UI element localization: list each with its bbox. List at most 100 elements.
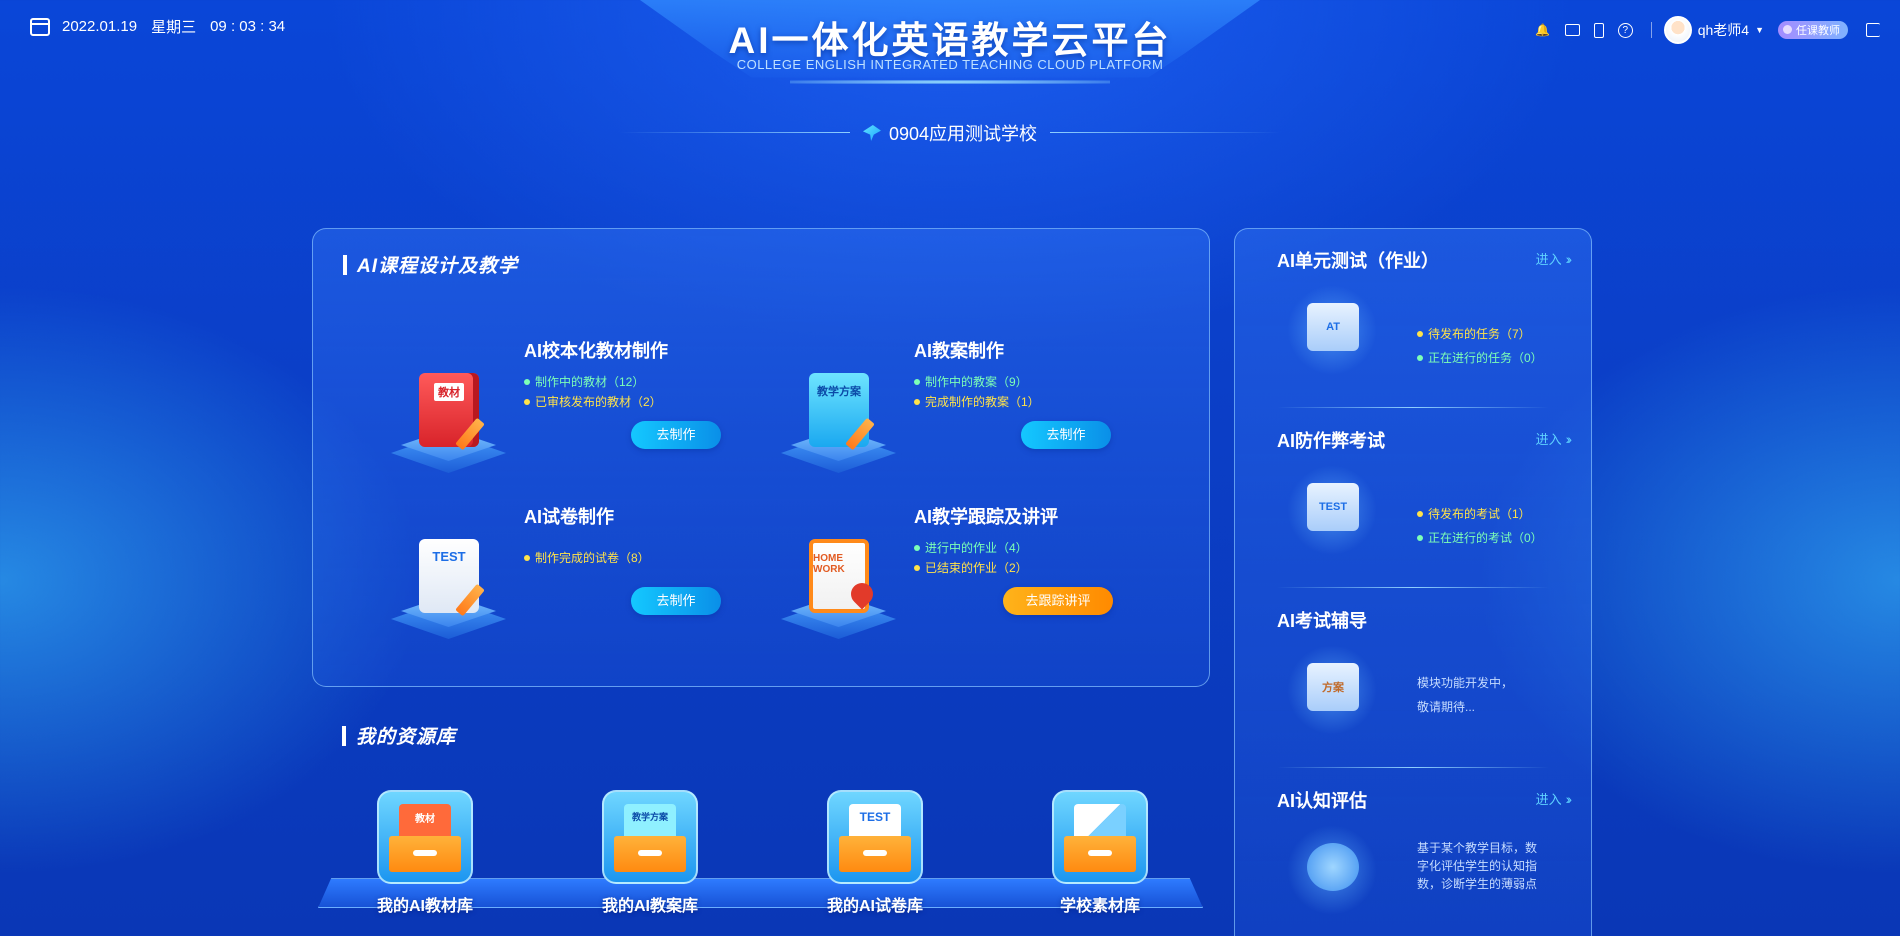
resource-section-title: 我的资源库 [342, 722, 456, 749]
enter-label[interactable]: 进入 [1536, 429, 1562, 448]
download-monitor-icon[interactable] [1564, 24, 1580, 36]
resource-row: 教材 我的AI教材库 教学方案 我的AI教案库 TEST 我的AI试卷库 学校素… [318, 790, 1203, 922]
header-banner: AI一体化英语教学云平台 COLLEGE ENGLISH INTEGRATED … [640, 0, 1260, 92]
section-title-text: 我的资源库 [356, 727, 457, 748]
side-desc-line: 敬请期待... [1417, 700, 1476, 714]
side-item-unit-test: AI单元测试（作业） 进入 ›› AT 待发布的任务（7） 正在进行的任务（0） [1277, 247, 1577, 427]
school-materials-icon [1052, 790, 1148, 884]
help-icon[interactable]: ? [1617, 22, 1633, 38]
side-stat[interactable]: 正在进行的任务（0） [1417, 349, 1543, 366]
side-divider [1277, 767, 1549, 768]
title-bar [343, 254, 347, 275]
card-stat[interactable]: 完成制作的教案（1） [914, 393, 1040, 410]
enter-label[interactable]: 进入 [1536, 789, 1562, 808]
side-stat[interactable]: 待发布的考试（1） [1417, 505, 1531, 522]
homework-icon: HOME WORK [781, 539, 896, 639]
textbook-icon: 教材 [391, 373, 506, 473]
card-stat[interactable]: 制作中的教案（9） [914, 373, 1028, 390]
side-item-cognitive-assessment: AI认知评估 进入 ›› 基于某个教学目标，数 字化评估学生的认知指 数，诊断学生… [1277, 787, 1577, 936]
side-item-title: AI防作弊考试 [1277, 431, 1385, 451]
enter-link[interactable]: 进入 ›› [1536, 429, 1573, 448]
top-bar: 2022.01.19 星期三 09 : 03 : 34 AI一体化英语教学云平台… [0, 0, 1900, 84]
lesson-plan-library-icon: 教学方案 [602, 790, 698, 884]
enter-link[interactable]: 进入 ›› [1536, 249, 1573, 268]
exam-tutoring-icon: 方案 [1287, 645, 1377, 735]
side-divider [1277, 587, 1549, 588]
school-line-right [1050, 132, 1280, 133]
card-stat[interactable]: 已结束的作业（2） [914, 559, 1028, 576]
card-textbook: 教材 AI校本化教材制作 制作中的教材（12） 已审核发布的教材（2） 去制作 [391, 337, 751, 487]
chevron-down-icon[interactable]: ▼ [1755, 25, 1764, 35]
card-title: AI教案制作 [914, 341, 1004, 361]
card-lesson-plan: 教学方案 AI教案制作 制作中的教案（9） 完成制作的教案（1） 去制作 [781, 337, 1141, 487]
test-library-icon: TEST [827, 790, 923, 884]
unit-test-icon-label: AT [1307, 303, 1359, 351]
username[interactable]: qh老师4 [1698, 20, 1749, 40]
exam-icon-label: TEST [1307, 483, 1359, 531]
resource-label[interactable]: 我的AI教材库 [325, 892, 525, 916]
school-name-wrap: 0904应用测试学校 [862, 120, 1038, 146]
weekday-text: 星期三 [151, 19, 197, 36]
card-title: AI教学跟踪及讲评 [914, 507, 1058, 527]
tutoring-icon-label: 方案 [1307, 663, 1359, 711]
section-title-text: AI课程设计及教学 [357, 256, 519, 277]
mobile-icon[interactable] [1593, 22, 1604, 38]
enter-label[interactable]: 进入 [1536, 249, 1562, 268]
logout-icon[interactable] [1866, 23, 1880, 37]
course-design-panel: AI课程设计及教学 教材 AI校本化教材制作 制作中的教材（12） 已审核发布的… [312, 228, 1210, 687]
bell-icon[interactable]: 🔔 [1535, 22, 1551, 38]
card-homework-tracking: HOME WORK AI教学跟踪及讲评 进行中的作业（4） 已结束的作业（2） … [781, 503, 1141, 653]
side-item-title: AI考试辅导 [1277, 611, 1367, 631]
resource-textbook-library[interactable]: 教材 我的AI教材库 [325, 790, 525, 916]
side-panel: AI单元测试（作业） 进入 ›› AT 待发布的任务（7） 正在进行的任务（0） … [1234, 228, 1592, 936]
resource-test-library[interactable]: TEST 我的AI试卷库 [775, 790, 975, 916]
drawer [389, 836, 461, 872]
side-desc-line: 模块功能开发中， [1417, 676, 1514, 690]
go-track-review-button[interactable]: 去跟踪讲评 [1003, 587, 1113, 615]
double-chevron-right-icon: ›› [1565, 430, 1573, 447]
school-header: 0904应用测试学校 [620, 120, 1280, 146]
unit-test-icon: AT [1287, 285, 1377, 375]
side-item-anti-cheat-exam: AI防作弊考试 进入 ›› TEST 待发布的考试（1） 正在进行的考试（0） [1277, 427, 1577, 607]
side-item-exam-tutoring: AI考试辅导 方案 模块功能开发中， 敬请期待... [1277, 607, 1577, 787]
toolbar-divider [1650, 22, 1652, 38]
side-desc-line: 数，诊断学生的薄弱点 [1417, 877, 1538, 891]
go-make-lesson-plan-button[interactable]: 去制作 [1021, 421, 1111, 449]
resource-lesson-plan-library[interactable]: 教学方案 我的AI教案库 [550, 790, 750, 916]
side-stat[interactable]: 待发布的任务（7） [1417, 325, 1531, 342]
drawer [1064, 836, 1136, 872]
card-stat[interactable]: 已审核发布的教材（2） [524, 393, 662, 410]
cognitive-icon-core [1307, 843, 1359, 891]
resource-label[interactable]: 我的AI试卷库 [775, 892, 975, 916]
resource-label[interactable]: 我的AI教案库 [550, 892, 750, 916]
card-stat[interactable]: 制作完成的试卷（8） [524, 549, 650, 566]
side-desc: 模块功能开发中， 敬请期待... [1417, 671, 1577, 719]
resource-label[interactable]: 学校素材库 [1000, 892, 1200, 916]
enter-link[interactable]: 进入 ›› [1536, 789, 1573, 808]
date-text: 2022.01.19 [62, 18, 138, 35]
card-stat[interactable]: 进行中的作业（4） [914, 539, 1028, 556]
drawer [839, 836, 911, 872]
school-name: 0904应用测试学校 [888, 124, 1038, 144]
cognitive-assessment-icon [1287, 825, 1377, 915]
side-item-title: AI认知评估 [1277, 791, 1367, 811]
go-make-textbook-button[interactable]: 去制作 [631, 421, 721, 449]
side-desc: 基于某个教学目标，数 字化评估学生的认知指 数，诊断学生的薄弱点 [1417, 839, 1577, 893]
card-stat[interactable]: 制作中的教材（12） [524, 373, 644, 390]
go-make-test-button[interactable]: 去制作 [631, 587, 721, 615]
app-title: AI一体化英语教学云平台 [728, 20, 1172, 61]
resource-school-materials[interactable]: 学校素材库 [1000, 790, 1200, 916]
double-chevron-right-icon: ›› [1565, 790, 1573, 807]
card-test-paper: TEST AI试卷制作 制作完成的试卷（8） 去制作 [391, 503, 751, 653]
textbook-library-icon: 教材 [377, 790, 473, 884]
double-chevron-right-icon: ›› [1565, 250, 1573, 267]
school-line-left [620, 132, 850, 133]
role-badge: 任课教师 [1778, 21, 1848, 39]
avatar[interactable] [1663, 16, 1692, 44]
title-bar [342, 725, 346, 746]
side-stat[interactable]: 正在进行的考试（0） [1417, 529, 1543, 546]
header-glow [790, 80, 1110, 84]
course-section-title: AI课程设计及教学 [343, 251, 518, 278]
card-title: AI试卷制作 [524, 507, 614, 527]
test-paper-icon: TEST [391, 539, 506, 639]
